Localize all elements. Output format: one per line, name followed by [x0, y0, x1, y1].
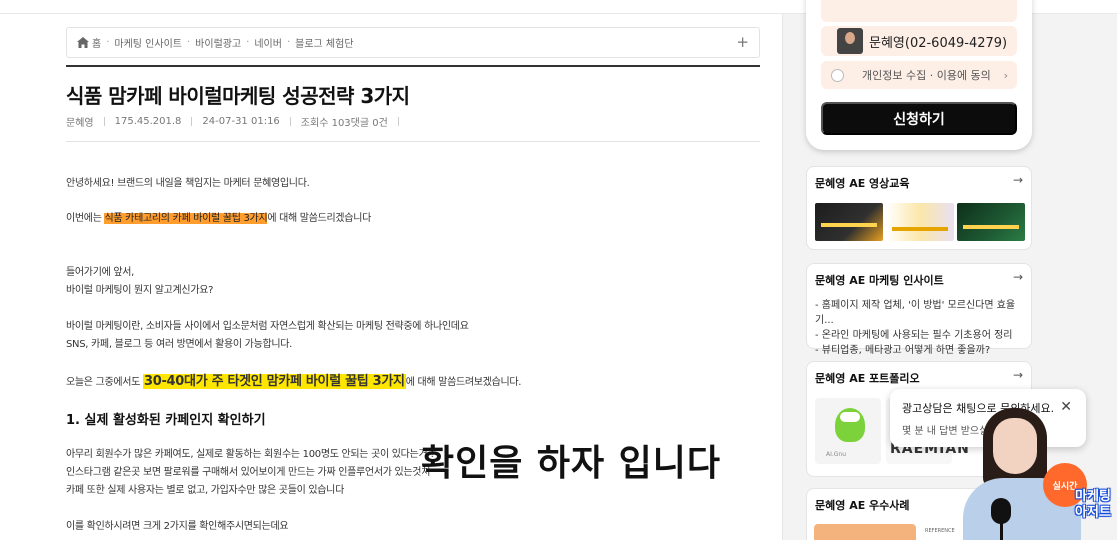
card-title: 문혜영 AE 우수사례 [815, 499, 910, 512]
topic-prefix: 이번에는 [66, 213, 105, 224]
breadcrumb-item-blog[interactable]: 블로그 체험단 [295, 35, 353, 50]
breadcrumb-item-naver[interactable]: 네이버 [254, 35, 282, 50]
card-title: 문혜영 AE 마케팅 인사이트 [815, 274, 944, 287]
portfolio-thumbnail[interactable] [815, 398, 881, 464]
paragraph-members: 아무리 회원수가 많은 카페여도, 실제로 활동하는 회원수는 100명도 안되… [66, 449, 434, 460]
breadcrumb-separator: · [286, 37, 291, 48]
marketing-insight-card[interactable]: 문혜영 AE 마케팅 인사이트 → - 홈페이지 제작 업체, '이 방법' 모… [806, 263, 1032, 356]
contact-phone-row: 문혜영(02-6049-4279) [821, 26, 1017, 56]
arrow-right-icon[interactable]: → [1013, 368, 1023, 382]
meta-divider [103, 117, 105, 126]
channel-logo: 마케팅아저트 [1075, 489, 1111, 520]
home-icon[interactable] [77, 37, 89, 48]
author-name: 문혜영 [66, 118, 94, 129]
today-prefix: 오늘은 그중에서도 [66, 377, 143, 388]
insight-list: - 홈페이지 제작 업체, '이 방법' 모르신다면 효율 기... - 온라인… [815, 298, 1031, 358]
video-thumbnail[interactable] [957, 203, 1025, 241]
apply-button[interactable]: 신청하기 [821, 102, 1017, 135]
breadcrumb-item-insight[interactable]: 마케팅 인사이트 [114, 35, 182, 50]
form-field-top[interactable] [821, 0, 1017, 22]
today-highlight: 30-40대가 주 타겟인 맘카페 바이럴 꿀팁 3가지 [142, 374, 406, 389]
paragraph-cafe: 카페 또한 실제 사용자는 별로 없고, 가입자수만 많은 곳들이 있습니다 [66, 485, 344, 496]
video-thumbnail[interactable] [815, 203, 883, 241]
contact-phone: 문혜영(02-6049-4279) [869, 35, 1008, 51]
card-title: 문혜영 AE 영상교육 [815, 177, 910, 190]
topic-suffix: 에 대해 말씀드리겠습니다 [267, 213, 372, 224]
video-thumbnail[interactable] [886, 203, 954, 241]
consent-radio[interactable] [831, 68, 844, 82]
breadcrumb: 홈 · 마케팅 인사이트 · 바이럴광고 · 네이버 · 블로그 체험단 + [66, 27, 760, 58]
card-title: 문혜영 AE 포트폴리오 [815, 372, 920, 385]
arrow-right-icon[interactable]: → [1013, 173, 1023, 187]
mascot-image [835, 408, 865, 442]
microphone-icon [991, 498, 1011, 524]
breadcrumb-separator: · [186, 37, 191, 48]
avatar [837, 28, 863, 54]
title-divider [66, 65, 760, 67]
reference-tag: REFERENCE [925, 528, 955, 534]
portfolio-caption: AI.Gnu [826, 451, 847, 458]
article-meta: 문혜영 175.45.201.8 24-07-31 01:16 조회수 103댓… [66, 114, 409, 129]
video-education-card[interactable]: 문혜영 AE 영상교육 → [806, 166, 1032, 250]
video-subtitle: 확인을 하자 입니다 [421, 443, 722, 484]
meta-divider-line [66, 141, 760, 142]
post-stats: 조회수 103댓글 0건 [300, 118, 388, 129]
breadcrumb-item-home[interactable]: 홈 [92, 35, 101, 50]
section-heading: 1. 실제 활성화된 카페인지 확인하기 [66, 413, 266, 428]
paragraph-today: 오늘은 그중에서도 30-40대가 주 타겟인 맘카페 바이럴 꿀팁 3가지에 … [66, 370, 521, 389]
meta-divider [397, 117, 399, 126]
privacy-consent-row[interactable]: 개인정보 수집 · 이용에 동의 › [821, 61, 1017, 89]
today-suffix: 에 대해 말씀드려보겠습니다. [405, 377, 522, 388]
breadcrumb-separator: · [246, 37, 250, 48]
post-datetime: 24-07-31 01:16 [202, 116, 280, 127]
list-item[interactable]: - 홈페이지 제작 업체, '이 방법' 모르신다면 효율 기... [815, 298, 1031, 328]
paragraph-topic: 이번에는 식품 카테고리의 카페 바이럴 꿀팁 3가지에 대해 말씀드리겠습니다 [66, 209, 371, 224]
topic-highlight: 식품 카테고리의 카페 바이럴 꿀팁 3가지 [104, 213, 268, 224]
paragraph-intro: 안녕하세요! 브랜드의 내일을 책임지는 마케터 문혜영입니다. [66, 178, 310, 189]
paragraph-question: 바이럴 마케팅이 뭔지 알고계신가요? [66, 285, 214, 296]
paragraph-instagram: 인스타그램 같은곳 보면 팔로워를 구매해서 있어보이게 만드는 가짜 인플루언… [66, 467, 431, 478]
arrow-right-icon[interactable]: → [1013, 270, 1023, 284]
meta-divider [191, 117, 193, 126]
paragraph-check: 이를 확인하시려면 크게 2가지를 확인해주시면되는데요 [66, 521, 289, 532]
breadcrumb-separator: · [106, 37, 110, 48]
privacy-consent-label: 개인정보 수집 · 이용에 동의 [862, 69, 991, 82]
list-item[interactable]: - 온라인 마케팅에 사용되는 필수 기초용어 정리 [815, 328, 1031, 343]
paragraph-definition: 바이럴 마케팅이란, 소비자들 사이에서 입소문처럼 자연스럽게 확산되는 마케… [66, 321, 469, 332]
breadcrumb-item-viral[interactable]: 바이럴광고 [195, 35, 241, 50]
paragraph-channels: SNS, 카페, 블로그 등 여러 방면에서 활용이 가능합니다. [66, 339, 293, 350]
author-ip: 175.45.201.8 [114, 116, 182, 127]
list-item[interactable]: - 뷰티업종, 메타광고 어떻게 하면 좋을까? [815, 343, 1031, 358]
page-title: 식품 맘카페 바이럴마케팅 성공전략 3가지 [66, 84, 410, 108]
case-thumbnail[interactable] [814, 524, 916, 540]
expand-plus-icon[interactable]: + [736, 35, 749, 50]
paragraph-lead: 들어가기에 앞서, [66, 267, 135, 278]
chevron-right-icon[interactable]: › [1004, 69, 1008, 82]
meta-divider [289, 117, 291, 126]
